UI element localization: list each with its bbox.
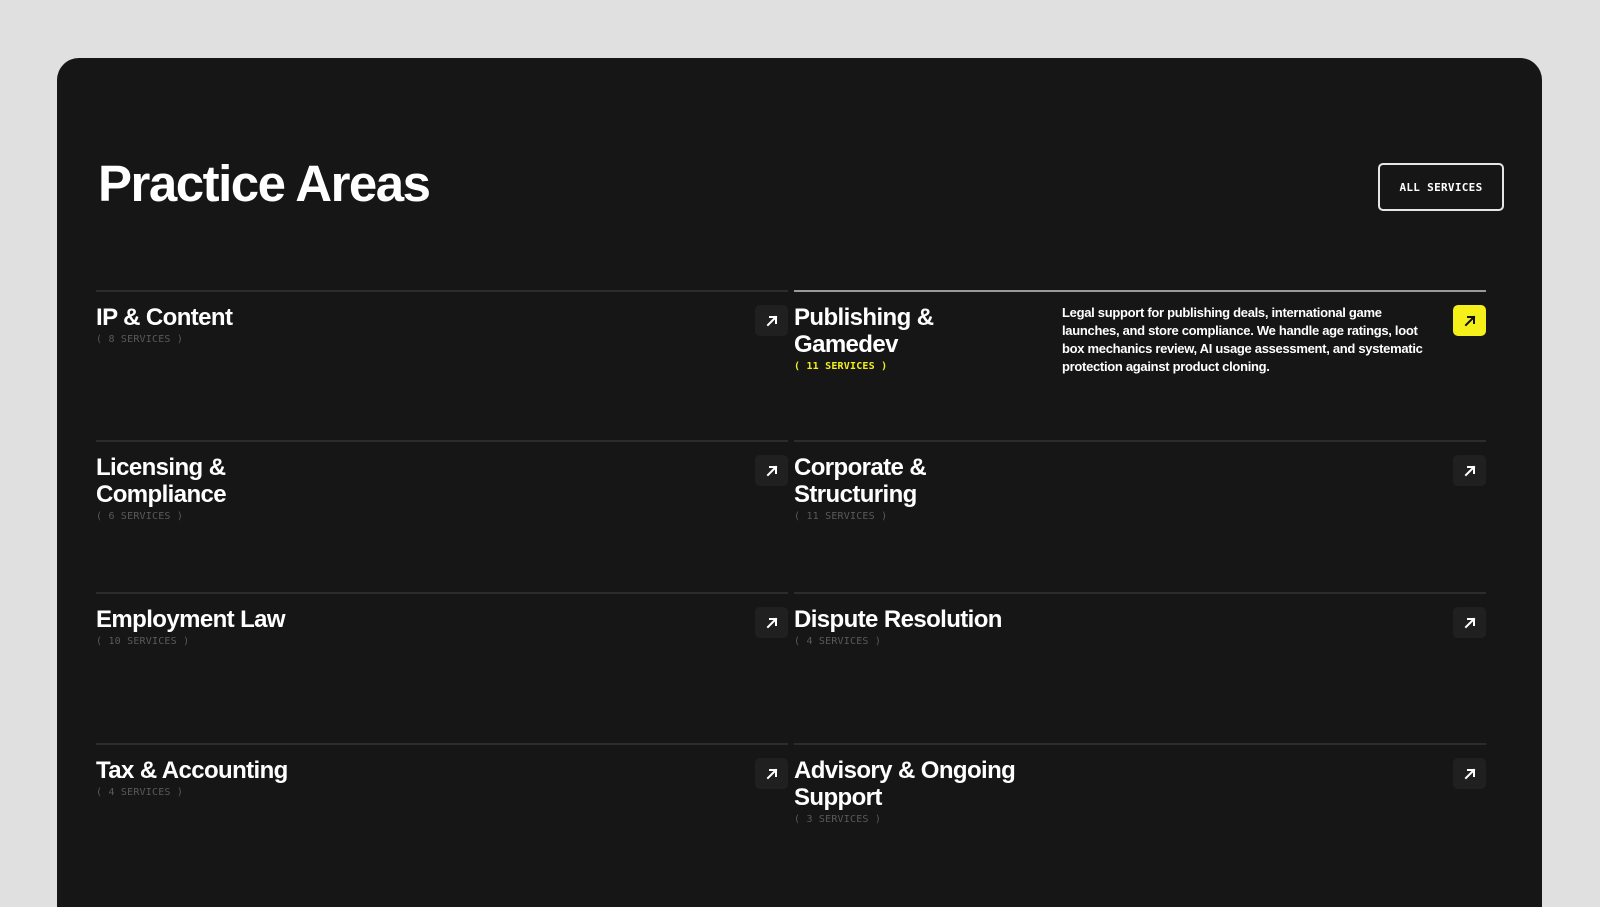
all-services-button[interactable]: ALL SERVICES [1378,163,1504,211]
section-title: Practice Areas [98,155,431,212]
practice-card-description: Legal support for publishing deals, inte… [1062,305,1423,374]
open-practice-button[interactable] [1453,758,1486,789]
services-count: ( 6 SERVICES ) [96,511,184,522]
arrow-up-right-icon [1464,315,1475,326]
services-count: ( 10 SERVICES ) [96,636,190,647]
practice-card-licensing-compliance[interactable]: Licensing & Compliance ( 6 SERVICES ) [96,440,788,590]
practice-card-corporate-structuring[interactable]: Corporate & Structuring ( 11 SERVICES ) [794,440,1486,590]
practice-card-title: Tax & Accounting ( 4 SERVICES ) [96,757,288,798]
practice-card-title: Licensing & Compliance ( 6 SERVICES ) [96,454,276,524]
open-practice-button[interactable] [755,455,788,486]
open-practice-button[interactable] [755,607,788,638]
practice-card-title: Publishing & Gamedev ( 11 SERVICES ) [794,304,994,374]
open-practice-button[interactable] [1453,607,1486,638]
practice-areas-panel: Practice Areas ALL SERVICES IP & Content… [57,58,1542,907]
services-count: ( 4 SERVICES ) [794,636,882,647]
arrow-up-right-icon [766,465,777,476]
practice-card-advisory-support[interactable]: Advisory & Ongoing Support ( 3 SERVICES … [794,743,1486,893]
practice-card-tax-accounting[interactable]: Tax & Accounting ( 4 SERVICES ) [96,743,788,893]
arrow-up-right-icon [1464,768,1475,779]
practice-card-title: Advisory & Ongoing Support ( 3 SERVICES … [794,757,1034,827]
open-practice-button[interactable] [755,305,788,336]
open-practice-button[interactable] [755,758,788,789]
services-count: ( 11 SERVICES ) [794,361,888,372]
arrow-up-right-icon [766,768,777,779]
open-practice-button[interactable] [1453,455,1486,486]
arrow-up-right-icon [1464,617,1475,628]
practice-card-dispute-resolution[interactable]: Dispute Resolution ( 4 SERVICES ) [794,592,1486,742]
services-count: ( 3 SERVICES ) [794,814,882,825]
practice-card-employment-law[interactable]: Employment Law ( 10 SERVICES ) [96,592,788,742]
arrow-up-right-icon [766,617,777,628]
open-practice-button[interactable] [1453,305,1486,336]
practice-card-publishing-gamedev[interactable]: Publishing & Gamedev ( 11 SERVICES ) Leg… [794,290,1486,440]
practice-card-title: Dispute Resolution ( 4 SERVICES ) [794,606,1002,647]
services-count: ( 11 SERVICES ) [794,511,888,522]
services-count: ( 4 SERVICES ) [96,787,184,798]
arrow-up-right-icon [1464,465,1475,476]
arrow-up-right-icon [766,315,777,326]
practice-card-title: Corporate & Structuring ( 11 SERVICES ) [794,454,974,524]
services-count: ( 8 SERVICES ) [96,334,184,345]
practice-card-ip-content[interactable]: IP & Content ( 8 SERVICES ) [96,290,788,440]
practice-card-title: Employment Law ( 10 SERVICES ) [96,606,286,647]
practice-card-title: IP & Content ( 8 SERVICES ) [96,304,233,345]
